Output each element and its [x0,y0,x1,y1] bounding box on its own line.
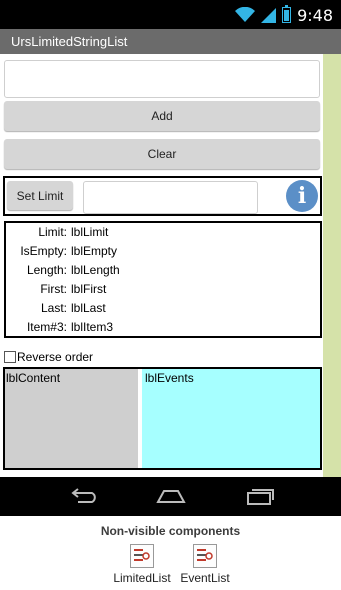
limited-list-label: LimitedList [113,571,171,585]
item3-label: Item#3: [26,320,67,334]
non-visible-components-title: Non-visible components [100,524,241,538]
event-list-component[interactable]: EventList [170,544,240,585]
table-row: First: lblFirst [6,282,320,301]
event-list-label: EventList [180,571,230,585]
add-button[interactable]: Add [4,101,320,131]
last-value: lblLast [71,301,106,315]
phone-frame: 9:48 UrsLimitedStringList Add Clear Set … [0,0,341,516]
list-component-icon [193,544,217,568]
status-time: 9:48 [297,5,333,25]
table-row: Length: lblLength [6,263,320,282]
recent-apps-icon[interactable] [240,483,280,509]
item3-value: lblItem3 [71,320,114,334]
limited-list-component[interactable]: LimitedList [107,544,177,585]
checkbox-box[interactable] [4,351,16,363]
app-title: UrsLimitedStringList [11,34,128,49]
first-label: First: [40,282,67,296]
events-label: lblEvents [142,369,320,468]
limit-input[interactable] [83,181,258,214]
list-component-icon [130,544,154,568]
wifi-icon [235,7,256,22]
properties-table: Limit: lblLimit IsEmpty: lblEmpty Length… [4,221,322,338]
limit-label: Limit: [38,225,67,239]
home-icon[interactable] [151,483,191,509]
lists-arrangement: lblContent lblEvents [3,367,322,470]
string-input[interactable] [4,60,320,98]
clear-button[interactable]: Clear [4,139,320,169]
back-icon[interactable] [63,483,103,509]
table-row: IsEmpty: lblEmpty [6,244,320,263]
signal-icon [261,8,277,23]
content-label: lblContent [5,369,138,468]
length-label: Length: [26,263,67,277]
reverse-order-label: Reverse order [17,350,94,364]
first-value: lblFirst [71,282,107,296]
table-row: Last: lblLast [6,301,320,320]
isempty-value: lblEmpty [71,244,118,258]
limit-arrangement: Set Limit i [3,176,322,216]
table-row: Limit: lblLimit [6,225,320,244]
isempty-label: IsEmpty: [20,244,67,258]
title-bar: UrsLimitedStringList [0,29,341,54]
limit-value: lblLimit [71,225,109,239]
navigation-bar [0,477,341,516]
reverse-order-checkbox[interactable]: Reverse order [4,349,93,365]
screen: Add Clear Set Limit i Limit: lblLimit Is… [0,54,323,477]
set-limit-button[interactable]: Set Limit [7,181,73,210]
info-icon[interactable]: i [286,180,318,212]
last-label: Last: [40,301,67,315]
battery-icon [282,5,292,23]
table-row: Item#3: lblItem3 [6,320,320,339]
length-value: lblLength [71,263,120,277]
status-bar: 9:48 [0,0,341,29]
